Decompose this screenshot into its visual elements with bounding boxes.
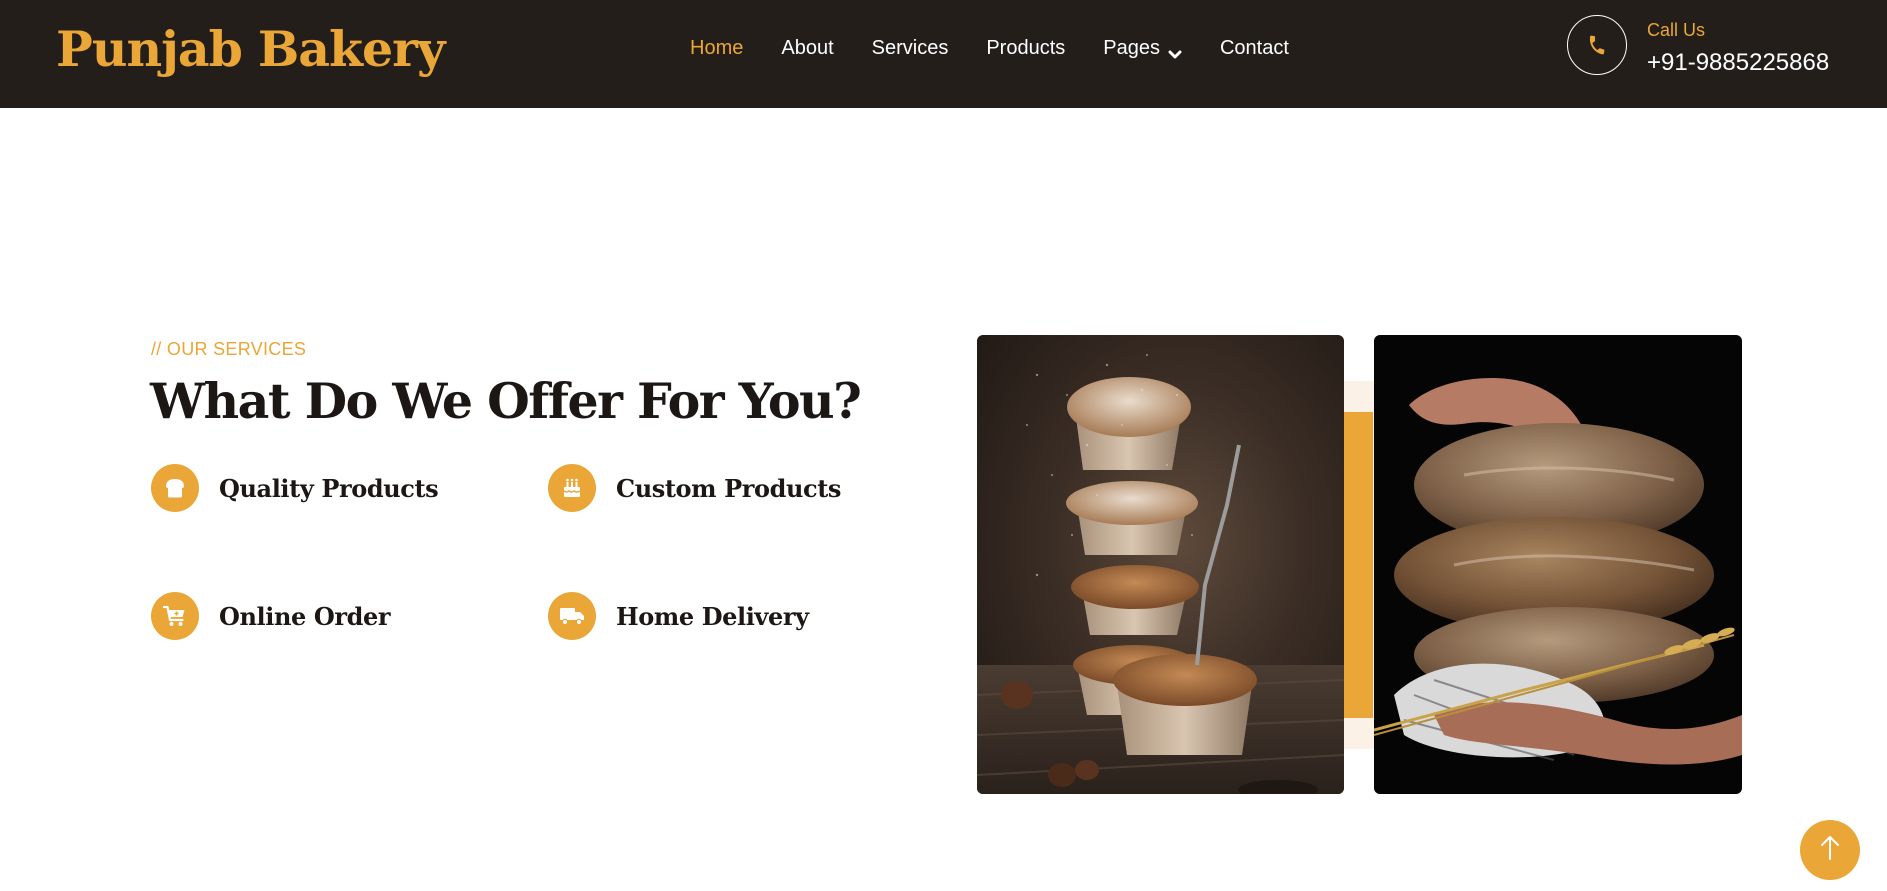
decorative-accent-bar (1343, 412, 1373, 718)
section-heading: What Do We Offer For You? (150, 372, 862, 430)
nav-services[interactable]: Services (872, 37, 949, 60)
nav-home[interactable]: Home (690, 37, 743, 60)
service-custom-products[interactable]: Custom Products (548, 464, 841, 512)
nav-products-label: Products (986, 36, 1066, 59)
muffins-photo (977, 335, 1344, 794)
service-quality-products[interactable]: Quality Products (151, 464, 439, 512)
service-label: Home Delivery (616, 601, 809, 631)
nav-pages-label: Pages (1103, 36, 1160, 59)
phone-icon[interactable] (1567, 15, 1627, 75)
service-online-order[interactable]: Online Order (151, 592, 391, 640)
section-eyebrow: // OUR SERVICES (151, 339, 307, 359)
arrow-up-icon (1819, 835, 1841, 866)
nav-about-label: About (781, 36, 834, 59)
service-label: Quality Products (219, 473, 439, 503)
chevron-down-icon (1168, 43, 1182, 59)
cake-icon (548, 464, 596, 512)
bread-icon (151, 464, 199, 512)
scroll-to-top-button[interactable] (1800, 820, 1860, 880)
cart-icon (151, 592, 199, 640)
nav-products[interactable]: Products (986, 37, 1065, 60)
navbar: Punjab Bakery Home About Services Produc… (0, 0, 1887, 108)
nav-home-label: Home (690, 36, 744, 59)
nav-contact[interactable]: Contact (1220, 37, 1289, 60)
brand-logo[interactable]: Punjab Bakery (56, 16, 445, 82)
service-home-delivery[interactable]: Home Delivery (548, 592, 809, 640)
truck-icon (548, 592, 596, 640)
nav-pages-dropdown[interactable]: Pages (1103, 37, 1182, 60)
call-phone-number[interactable]: +91-9885225868 (1647, 49, 1829, 77)
call-us-label: Call Us (1647, 20, 1706, 40)
service-label: Online Order (219, 601, 391, 631)
service-label: Custom Products (616, 473, 842, 503)
main-nav: Home About Services Products Pages Conta… (690, 36, 1327, 60)
nav-about[interactable]: About (781, 37, 833, 60)
nav-services-label: Services (871, 36, 949, 59)
nav-contact-label: Contact (1219, 36, 1289, 59)
bread-loaves-photo (1374, 335, 1742, 794)
